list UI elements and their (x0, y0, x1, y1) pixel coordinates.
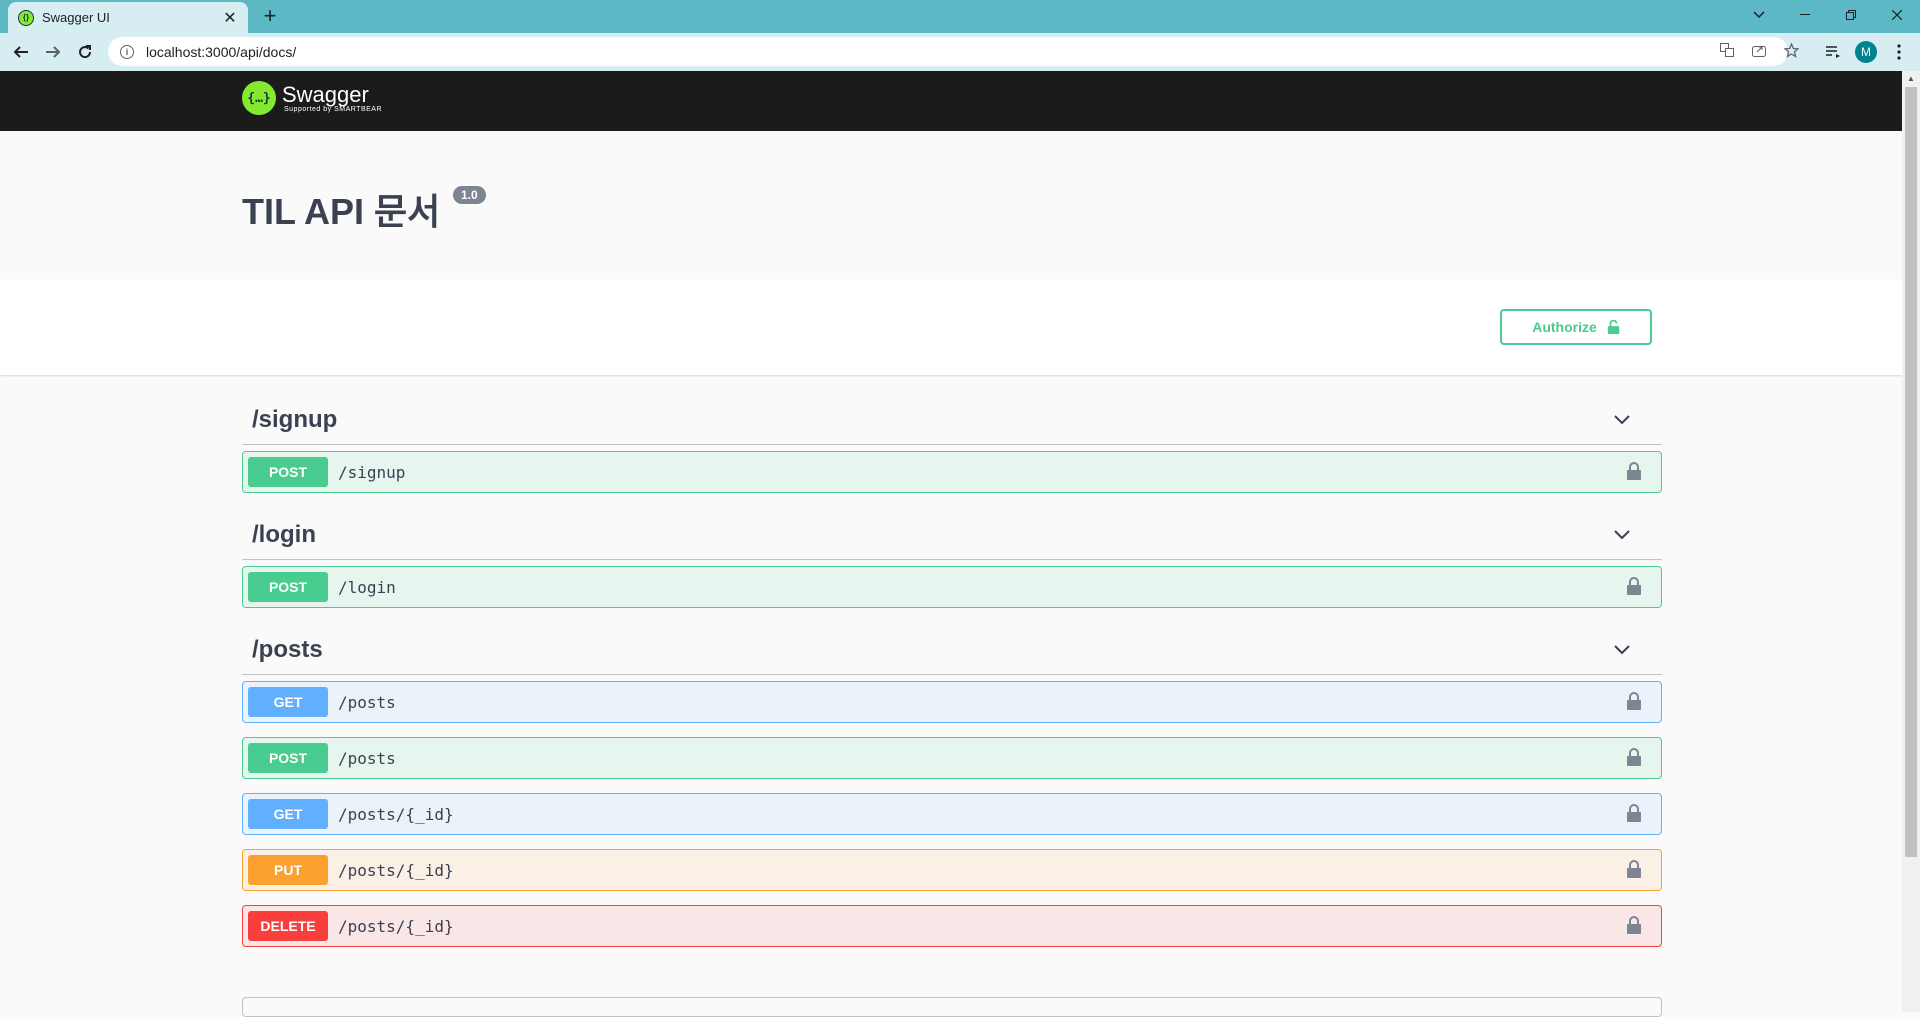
method-badge: POST (248, 743, 328, 773)
tag-header[interactable]: /login (242, 510, 1662, 560)
tag-header[interactable]: /signup (242, 395, 1662, 445)
lock-icon[interactable] (1627, 804, 1641, 822)
operation-path: /posts/{_id} (338, 860, 454, 880)
new-tab-button[interactable]: + (258, 4, 282, 28)
method-badge: GET (248, 799, 328, 829)
page-scrollbar[interactable]: ▲ (1902, 71, 1920, 1012)
reload-icon[interactable] (70, 37, 100, 67)
swagger-logo-icon: {…} (242, 81, 276, 115)
version-badge: 1.0 (453, 186, 486, 204)
operation-row[interactable]: PUT /posts/{_id} (242, 849, 1662, 891)
tag-name: /posts (252, 635, 323, 663)
scroll-up-icon[interactable]: ▲ (1902, 71, 1920, 87)
operation-path: /posts (338, 692, 396, 712)
back-arrow-icon[interactable] (6, 37, 36, 67)
chevron-down-icon[interactable] (1612, 639, 1632, 659)
operation-path: /posts/{_id} (338, 804, 454, 824)
tag-section-signup: /signup POST /signup (242, 395, 1662, 493)
operation-path: /login (338, 577, 396, 597)
browser-tab[interactable]: {} Swagger UI ✕ (8, 2, 248, 33)
logo-subtitle: Supported by SMARTBEAR (284, 105, 383, 113)
method-badge: PUT (248, 855, 328, 885)
swagger-logo[interactable]: {…} Swagger Supported by SMARTBEAR (242, 81, 382, 115)
site-info-icon[interactable]: i (120, 44, 134, 59)
tag-header[interactable]: /posts (242, 625, 1662, 675)
page-title: TIL API 문서 (242, 191, 441, 232)
profile-avatar[interactable]: M (1855, 41, 1877, 63)
authorize-label: Authorize (1532, 319, 1597, 335)
lock-icon[interactable] (1627, 916, 1641, 934)
swagger-topbar: {…} Swagger Supported by SMARTBEAR (0, 71, 1902, 131)
lock-icon[interactable] (1627, 860, 1641, 878)
operation-path: /signup (338, 462, 406, 482)
minimize-icon[interactable] (1782, 0, 1828, 30)
operation-row[interactable]: GET /posts/{_id} (242, 793, 1662, 835)
logo-name: Swagger (282, 81, 369, 107)
tab-title: Swagger UI (42, 10, 110, 25)
lock-icon[interactable] (1627, 748, 1641, 766)
browser-tab-strip: {} Swagger UI ✕ + (0, 0, 1920, 33)
operation-row[interactable]: GET /posts (242, 681, 1662, 723)
menu-kebab-icon[interactable] (1884, 37, 1914, 67)
operation-row[interactable]: POST /login (242, 566, 1662, 608)
operation-row[interactable]: DELETE /posts/{_id} (242, 905, 1662, 947)
share-icon[interactable] (1750, 43, 1768, 60)
lock-icon[interactable] (1627, 692, 1641, 710)
lock-icon[interactable] (1627, 577, 1641, 595)
tag-section-posts: /posts GET /posts POST /posts GET /posts… (242, 625, 1662, 947)
unlocked-icon (1607, 320, 1619, 334)
models-section (242, 997, 1662, 1017)
operation-path: /posts (338, 748, 396, 768)
authorize-button[interactable]: Authorize (1500, 309, 1652, 345)
translate-icon[interactable] (1718, 43, 1736, 60)
forward-arrow-icon[interactable] (38, 37, 68, 67)
browser-toolbar: i localhost:3000/api/docs/ M (0, 33, 1920, 71)
chevron-down-icon[interactable] (1612, 524, 1632, 544)
operation-path: /posts/{_id} (338, 916, 454, 936)
bookmark-star-icon[interactable] (1782, 42, 1800, 61)
restore-icon[interactable] (1828, 0, 1874, 30)
operation-row[interactable]: POST /posts (242, 737, 1662, 779)
url-text[interactable]: localhost:3000/api/docs/ (146, 44, 296, 60)
close-window-icon[interactable] (1874, 0, 1920, 30)
api-info: TIL API 문서 1.0 (0, 131, 1902, 279)
tab-close-icon[interactable]: ✕ (222, 8, 238, 28)
tab-search-chevron-icon[interactable] (1736, 0, 1782, 30)
chevron-down-icon[interactable] (1612, 409, 1632, 429)
method-badge: POST (248, 457, 328, 487)
address-bar[interactable]: i localhost:3000/api/docs/ (108, 37, 1800, 66)
tag-section-login: /login POST /login (242, 510, 1662, 608)
method-badge: POST (248, 572, 328, 602)
lock-icon[interactable] (1627, 462, 1641, 480)
method-badge: GET (248, 687, 328, 717)
scroll-thumb[interactable] (1905, 87, 1917, 857)
tag-name: /login (252, 520, 316, 548)
swagger-favicon-icon: {} (18, 9, 34, 26)
scheme-container: Authorize (0, 279, 1902, 375)
tag-name: /signup (252, 405, 338, 433)
reading-list-icon[interactable] (1818, 37, 1848, 67)
operation-row[interactable]: POST /signup (242, 451, 1662, 493)
method-badge: DELETE (248, 911, 328, 941)
